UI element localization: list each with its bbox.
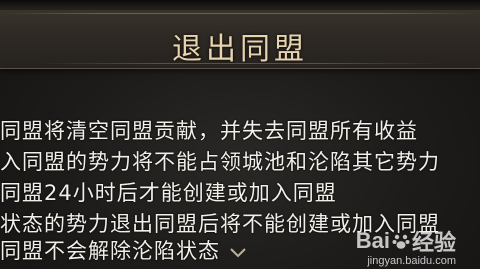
top-frame [0,0,480,10]
chevron-down-icon[interactable] [230,248,246,258]
message-line: 入同盟的势力将不能占领城池和沦陷其它势力 [0,150,440,174]
watermark-brand-left: Bai [355,228,390,253]
message-line: 同盟将清空同盟贡献，并失去同盟所有收益 [0,119,418,143]
watermark-brand-right: 经验 [411,230,456,255]
dialog-title: 退出同盟 [172,32,308,67]
paw-icon [392,234,410,249]
message-line: 同盟24小时后才能创建或加入同盟 [0,181,337,205]
message-line: 同盟不会解除沦陷状态 [0,239,220,263]
watermark-url: jingyan.baidu.com [367,255,456,267]
watermark-logo: Bai 经验 [356,225,456,257]
title-bar: 退出同盟 [0,10,480,69]
exit-alliance-dialog: 退出同盟 同盟将清空同盟贡献，并失去同盟所有收益 入同盟的势力将不能占领城池和沦… [0,0,480,269]
watermark: Bai 经验 jingyan.baidu.com [356,225,456,267]
